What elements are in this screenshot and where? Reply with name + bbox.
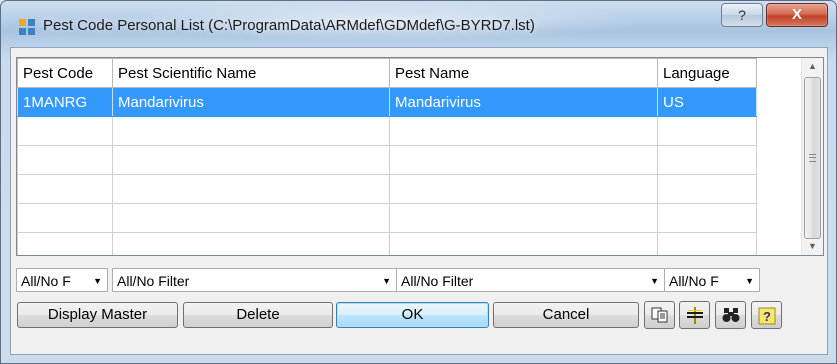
table-row[interactable]: 1MANRG Mandarivirus Mandarivirus US	[17, 87, 808, 117]
chevron-down-icon: ▼	[382, 276, 391, 286]
ok-button[interactable]: OK	[336, 302, 489, 328]
display-master-button[interactable]: Display Master	[17, 302, 178, 328]
delete-button[interactable]: Delete	[183, 302, 333, 328]
help-button[interactable]: ?	[751, 301, 782, 329]
dialog-client: Pest Code Pest Scientific Name Pest Name…	[10, 47, 828, 355]
column-width-icon	[687, 307, 703, 324]
empty-row[interactable]	[17, 145, 808, 175]
empty-row[interactable]	[17, 203, 808, 233]
scroll-up-icon[interactable]: ▲	[802, 58, 823, 75]
cell-language[interactable]: US	[657, 87, 757, 117]
empty-row[interactable]	[17, 116, 808, 146]
column-width-button[interactable]	[679, 301, 710, 329]
close-button[interactable]: X	[766, 3, 828, 27]
pest-grid[interactable]: Pest Code Pest Scientific Name Pest Name…	[16, 57, 824, 256]
col-header-pest-code[interactable]: Pest Code	[17, 58, 113, 88]
vertical-scrollbar[interactable]: ▲ ▼	[801, 58, 823, 255]
chevron-down-icon: ▼	[745, 276, 754, 286]
filter-pest-name[interactable]: All/No Filter ▼	[396, 268, 665, 292]
title-bar[interactable]: Pest Code Personal List (C:\ProgramData\…	[1, 1, 836, 47]
filter-scientific-name[interactable]: All/No Filter ▼	[112, 268, 397, 292]
grid-header-row: Pest Code Pest Scientific Name Pest Name…	[17, 58, 808, 88]
svg-text:?: ?	[763, 309, 771, 324]
filter-pest-code[interactable]: All/No F ▼	[16, 268, 108, 292]
chevron-down-icon: ▼	[93, 276, 102, 286]
dialog-window: Pest Code Personal List (C:\ProgramData\…	[0, 0, 837, 364]
help-icon: ?	[758, 307, 776, 325]
filter-language[interactable]: All/No F ▼	[664, 268, 760, 292]
find-button[interactable]	[715, 301, 746, 329]
col-header-language[interactable]: Language	[657, 58, 757, 88]
binoculars-icon	[722, 308, 740, 322]
col-header-pest-name[interactable]: Pest Name	[389, 58, 658, 88]
copy-button[interactable]	[644, 301, 675, 329]
copy-icon	[651, 307, 668, 323]
app-icon	[19, 19, 35, 35]
cell-pest-name[interactable]: Mandarivirus	[389, 87, 658, 117]
cell-scientific-name[interactable]: Mandarivirus	[112, 87, 390, 117]
empty-row[interactable]	[17, 232, 808, 255]
scroll-down-icon[interactable]: ▼	[802, 238, 823, 255]
col-header-scientific-name[interactable]: Pest Scientific Name	[112, 58, 390, 88]
chevron-down-icon: ▼	[650, 276, 659, 286]
window-title: Pest Code Personal List (C:\ProgramData\…	[43, 17, 535, 34]
empty-row[interactable]	[17, 174, 808, 204]
help-title-button[interactable]: ?	[721, 3, 763, 27]
cell-pest-code[interactable]: 1MANRG	[17, 87, 113, 117]
cancel-button[interactable]: Cancel	[493, 302, 639, 328]
scroll-thumb[interactable]	[804, 77, 821, 239]
